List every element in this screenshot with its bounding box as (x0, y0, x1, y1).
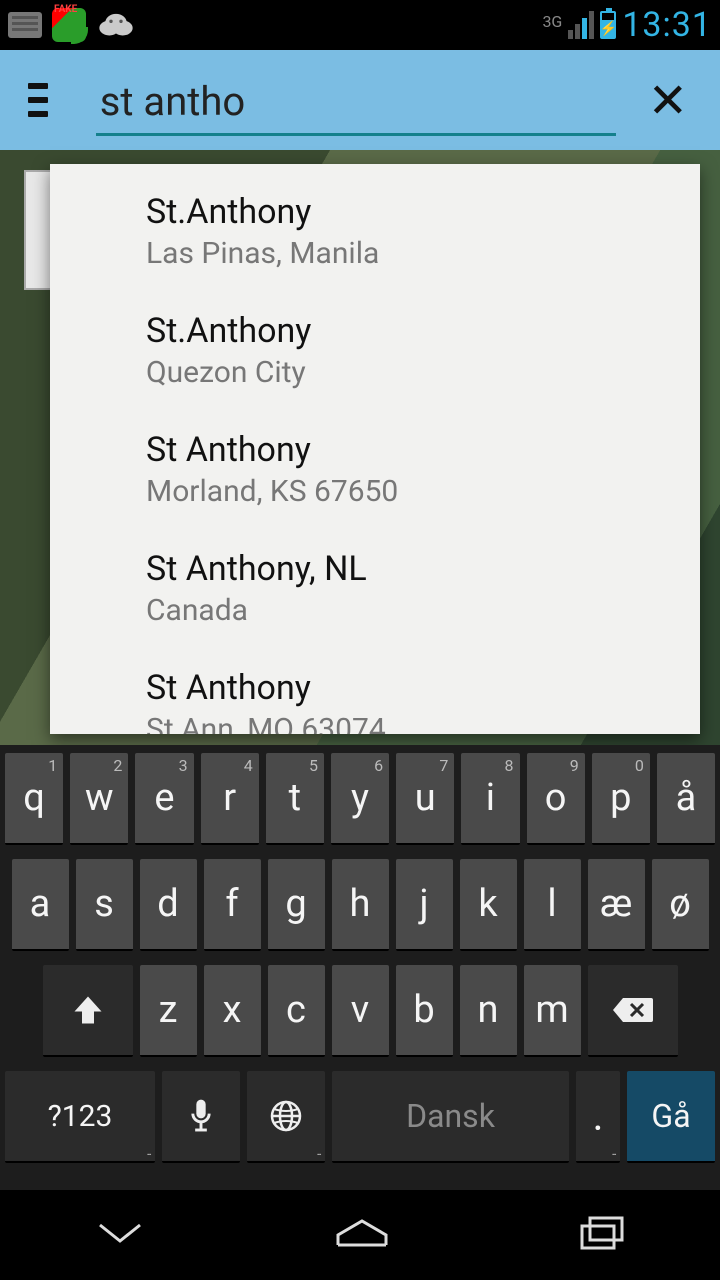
suggestion-subtitle: Morland, KS 67650 (146, 474, 700, 509)
suggestion-item[interactable]: St.Anthony Quezon City (50, 291, 700, 410)
key-q[interactable]: q1 (5, 753, 63, 845)
soft-keyboard: q1w2e3r4t5y6u7i8o9p0å asdfghjklæø zxcvbn… (0, 745, 720, 1190)
key-i[interactable]: i8 (461, 753, 519, 845)
key-h[interactable]: h (332, 859, 389, 951)
key-j[interactable]: j (396, 859, 453, 951)
home-button[interactable] (292, 1205, 432, 1265)
key-z[interactable]: z (140, 965, 197, 1057)
key-d[interactable]: d (140, 859, 197, 951)
menu-icon[interactable] (28, 83, 48, 117)
suggestion-title: St.Anthony (146, 311, 700, 351)
clock: 13:31 (622, 5, 712, 45)
key-y[interactable]: y6 (331, 753, 389, 845)
mic-key[interactable] (162, 1071, 240, 1163)
key-v[interactable]: v (332, 965, 389, 1057)
suggestion-item[interactable]: St Anthony, NL Canada (50, 529, 700, 648)
key-p[interactable]: p0 (592, 753, 650, 845)
shift-key[interactable] (43, 965, 133, 1057)
suggestion-subtitle: Canada (146, 593, 700, 628)
key-m[interactable]: m (524, 965, 581, 1057)
key-row: asdfghjklæø (5, 859, 715, 951)
suggestion-title: St Anthony, NL (146, 549, 700, 589)
suggestion-list: St.Anthony Las Pinas, Manila St.Anthony … (50, 164, 700, 734)
key-e[interactable]: e3 (135, 753, 193, 845)
key-u[interactable]: u7 (396, 753, 454, 845)
key-æ[interactable]: æ (588, 859, 645, 951)
language-key[interactable]: ... (247, 1071, 325, 1163)
key-ø[interactable]: ø (652, 859, 709, 951)
system-nav-bar (0, 1190, 720, 1280)
key-b[interactable]: b (396, 965, 453, 1057)
key-a[interactable]: a (12, 859, 69, 951)
suggestion-title: St Anthony (146, 668, 700, 708)
network-type-label: 3G (542, 12, 562, 31)
key-å[interactable]: å (657, 753, 715, 845)
key-x[interactable]: x (204, 965, 261, 1057)
enter-key[interactable]: Gå (627, 1071, 715, 1163)
key-r[interactable]: r4 (201, 753, 259, 845)
key-row: ?123... ... Dansk .... Gå (5, 1071, 715, 1163)
key-w[interactable]: w2 (70, 753, 128, 845)
key-t[interactable]: t5 (266, 753, 324, 845)
search-bar: ✕ (0, 50, 720, 150)
back-button[interactable] (52, 1205, 188, 1265)
status-bar: FAKE 3G ⚡ 13:31 (0, 0, 720, 50)
suggestion-title: St.Anthony (146, 192, 700, 232)
key-o[interactable]: o9 (527, 753, 585, 845)
recent-apps-button[interactable] (536, 1204, 668, 1266)
suggestion-title: St Anthony (146, 430, 700, 470)
suggestion-item[interactable]: St Anthony Morland, KS 67650 (50, 410, 700, 529)
key-c[interactable]: c (268, 965, 325, 1057)
android-debug-icon (96, 9, 136, 41)
space-key[interactable]: Dansk (332, 1071, 569, 1163)
key-n[interactable]: n (460, 965, 517, 1057)
key-row: q1w2e3r4t5y6u7i8o9p0å (5, 753, 715, 845)
battery-charging-icon: ⚡ (600, 11, 616, 39)
signal-icon (568, 11, 594, 39)
suggestion-subtitle: Las Pinas, Manila (146, 236, 700, 271)
key-g[interactable]: g (268, 859, 325, 951)
suggestion-subtitle: St Ann, MO 63074 (146, 712, 700, 734)
suggestion-item[interactable]: St.Anthony Las Pinas, Manila (50, 172, 700, 291)
key-f[interactable]: f (204, 859, 261, 951)
suggestion-item[interactable]: St Anthony St Ann, MO 63074 (50, 648, 700, 734)
symbols-key[interactable]: ?123... (5, 1071, 155, 1163)
gps-mock-icon: FAKE (52, 8, 86, 42)
search-input[interactable] (96, 64, 616, 136)
key-k[interactable]: k (460, 859, 517, 951)
key-l[interactable]: l (524, 859, 581, 951)
suggestion-subtitle: Quezon City (146, 355, 700, 390)
key-row: zxcvbnm (5, 965, 715, 1057)
backspace-key[interactable] (588, 965, 678, 1057)
period-key[interactable]: .... (576, 1071, 620, 1163)
keyboard-status-icon (8, 12, 42, 38)
close-icon[interactable]: ✕ (640, 64, 696, 137)
key-s[interactable]: s (76, 859, 133, 951)
